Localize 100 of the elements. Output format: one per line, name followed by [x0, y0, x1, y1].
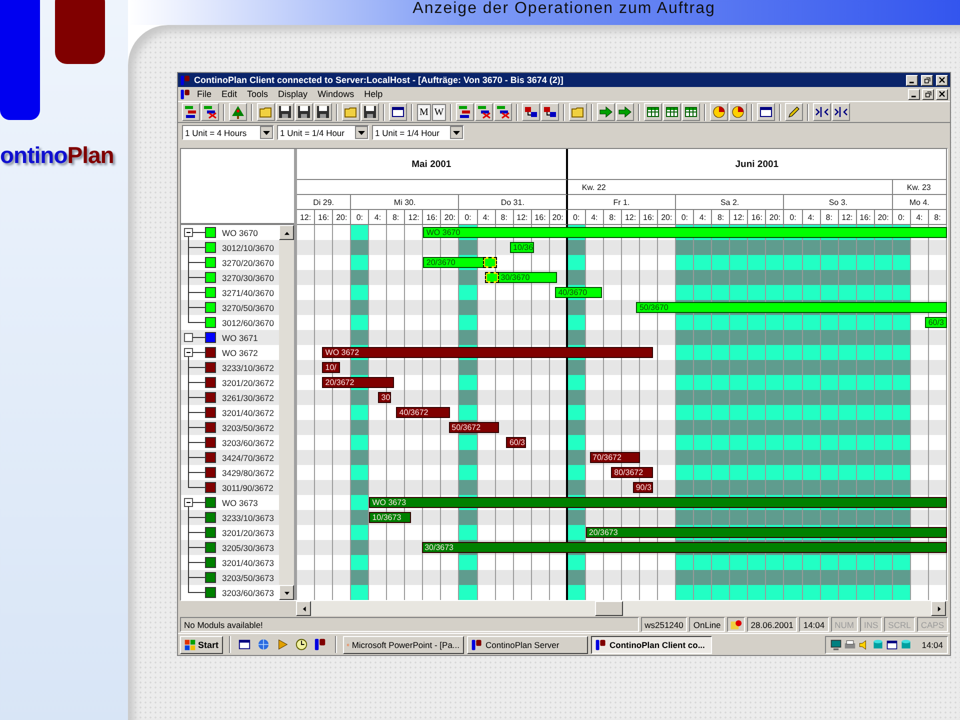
tree-row[interactable]: 3261/30/3672: [181, 390, 279, 405]
hour-header: 0:: [351, 210, 370, 225]
horizontal-scrollbar[interactable]: [296, 601, 946, 616]
row-label: 3271/40/3670: [222, 288, 274, 298]
operation-bar[interactable]: 90/3: [632, 482, 653, 493]
operation-bar[interactable]: 20/3672: [322, 377, 394, 388]
toolbar-button[interactable]: [522, 103, 540, 121]
vertical-scrollbar[interactable]: [279, 225, 294, 600]
menu-item[interactable]: Display: [274, 89, 312, 99]
toolbar-button[interactable]: [494, 103, 512, 121]
expand-toggle[interactable]: [184, 228, 193, 237]
minimize-button[interactable]: [908, 88, 920, 100]
tree-row[interactable]: 3424/70/3672: [181, 450, 279, 465]
taskbar-button[interactable]: ContinoPlan Server: [466, 636, 588, 654]
toolbar-button[interactable]: [389, 103, 407, 121]
toolbar-button[interactable]: [276, 103, 294, 121]
hour-header: 20:: [333, 210, 352, 225]
toolbar-button[interactable]: [201, 103, 219, 121]
operation-bar[interactable]: 80/3672: [611, 467, 653, 478]
menu-item[interactable]: Edit: [218, 89, 242, 99]
expand-toggle[interactable]: [184, 498, 193, 507]
tree-row[interactable]: 3203/50/3673: [181, 570, 279, 585]
operation-bar[interactable]: 10/: [322, 362, 340, 373]
operation-bar[interactable]: 10/36: [510, 242, 534, 253]
operation-bar[interactable]: 20/3673: [586, 527, 947, 538]
operation-bar[interactable]: 50/3672: [448, 422, 500, 433]
scroll-left-button[interactable]: [296, 601, 311, 616]
window-icon[interactable]: [886, 638, 898, 650]
minimize-button[interactable]: [906, 74, 918, 86]
taskbar-button[interactable]: Microsoft PowerPoint - [Pa...: [342, 636, 464, 654]
scale-select[interactable]: 1 Unit = 1/4 Hour: [277, 125, 369, 140]
order-bar[interactable]: WO 3673: [369, 497, 947, 508]
toolbar-button[interactable]: [541, 103, 559, 121]
toolbar-button[interactable]: [832, 103, 850, 121]
printer-icon[interactable]: [844, 638, 856, 650]
monitor-icon[interactable]: [830, 638, 842, 650]
folder-icon: [344, 105, 358, 119]
toolbar-button[interactable]: [757, 103, 775, 121]
toolbar-button[interactable]: [456, 103, 474, 121]
restore-button[interactable]: [922, 88, 934, 100]
close-button[interactable]: [936, 88, 948, 100]
operation-bar[interactable]: 70/3672: [590, 452, 640, 463]
operation-bar[interactable]: 30: [378, 392, 391, 403]
scroll-down-button[interactable]: [279, 585, 294, 600]
scale-select[interactable]: 1 Unit = 1/4 Hour: [372, 125, 464, 140]
scroll-up-button[interactable]: [279, 225, 294, 240]
toolbar-button[interactable]: [361, 103, 379, 121]
operation-bar[interactable]: 20/3670: [423, 257, 498, 268]
scroll-thumb[interactable]: [595, 601, 624, 616]
toolbar-button[interactable]: [644, 103, 662, 121]
tree-row[interactable]: 3011/90/3672: [181, 480, 279, 495]
operation-bar[interactable]: 30/3670: [484, 272, 557, 283]
quick-launch-button[interactable]: [294, 636, 310, 652]
toolbar-button[interactable]: [710, 103, 728, 121]
toolbar-button[interactable]: [682, 103, 700, 121]
toolbar-button[interactable]: [182, 103, 200, 121]
tree-row[interactable]: WO 3671: [181, 330, 279, 345]
toolbar-button[interactable]: [475, 103, 493, 121]
toolbar-button[interactable]: [813, 103, 831, 121]
menu-item[interactable]: Help: [360, 89, 387, 99]
expand-toggle[interactable]: [184, 333, 193, 342]
menu-item[interactable]: Windows: [314, 89, 358, 99]
tree-row[interactable]: 3233/10/3673: [181, 510, 279, 525]
tree-row[interactable]: 3233/10/3672: [181, 360, 279, 375]
tree-row[interactable]: 3205/30/3673: [181, 540, 279, 555]
toolbar-button[interactable]: [785, 103, 803, 121]
toolbar-button[interactable]: [729, 103, 747, 121]
taskbar-button[interactable]: ContinoPlan Client co...: [590, 636, 712, 654]
scroll-right-button[interactable]: [931, 601, 946, 616]
tree-row[interactable]: 3270/50/3670: [181, 300, 279, 315]
menu-item[interactable]: Tools: [243, 89, 272, 99]
tree-row[interactable]: 3012/10/3670: [181, 240, 279, 255]
start-button[interactable]: Start: [180, 636, 223, 654]
operation-bar[interactable]: 60/3: [925, 317, 947, 328]
operation-bar[interactable]: 10/3673: [369, 512, 411, 523]
toolbar-button[interactable]: [597, 103, 615, 121]
order-bar[interactable]: WO 3672: [322, 347, 653, 358]
close-button[interactable]: [936, 74, 948, 86]
toolbar-button[interactable]: [314, 103, 332, 121]
operation-bar[interactable]: 60/3: [506, 437, 526, 448]
toolbar-button[interactable]: [663, 103, 681, 121]
restore-button[interactable]: [921, 74, 933, 86]
toolbar-button[interactable]: [229, 103, 247, 121]
operation-bar[interactable]: 40/3672: [396, 407, 450, 418]
view-button[interactable]: W: [432, 104, 446, 120]
row-label: 3203/50/3673: [222, 572, 274, 582]
view-button[interactable]: M: [417, 104, 431, 120]
expand-toggle[interactable]: [184, 348, 193, 357]
operation-bar[interactable]: 30/3673: [422, 542, 947, 553]
toolbar-button[interactable]: [616, 103, 634, 121]
tree-row[interactable]: 3203/50/3672: [181, 420, 279, 435]
window-title: ContinoPlan Client connected to Server:LocalHost - [Aufträge: Von 3670 - Bis 3674 (2)]: [194, 75, 564, 85]
hour-header: 20:: [874, 210, 893, 225]
menu-item[interactable]: File: [193, 89, 216, 99]
order-bar[interactable]: WO 3670: [423, 227, 947, 238]
operation-bar[interactable]: 50/3670: [636, 302, 947, 313]
operation-bar[interactable]: 40/3670: [555, 287, 602, 298]
tree-row[interactable]: 3270/30/3670: [181, 270, 279, 285]
toolbar-button[interactable]: [295, 103, 313, 121]
scale-select[interactable]: 1 Unit = 4 Hours: [182, 125, 274, 140]
